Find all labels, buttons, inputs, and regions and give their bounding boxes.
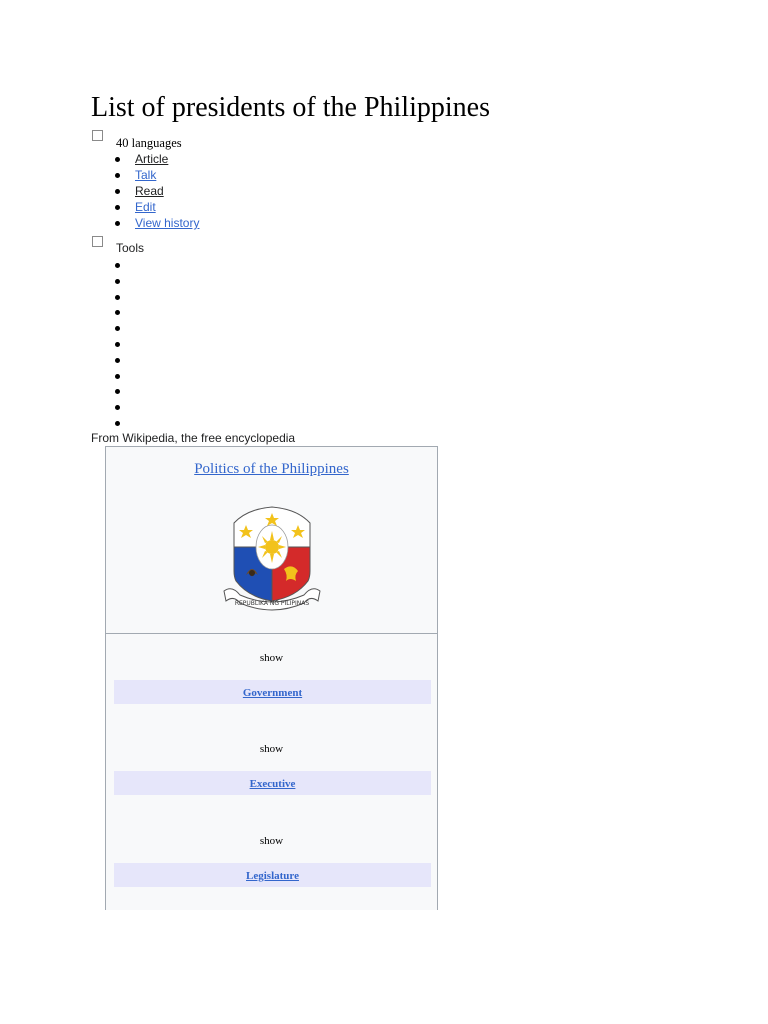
- tools-list-item[interactable]: [112, 320, 135, 336]
- show-toggle-legislature[interactable]: show: [106, 834, 437, 848]
- bullet-icon: [115, 263, 120, 268]
- tab-view-history[interactable]: View history: [112, 215, 199, 231]
- languages-checkbox[interactable]: [92, 130, 103, 141]
- tools-list-item[interactable]: [112, 304, 135, 320]
- tools-list-item[interactable]: [112, 289, 135, 305]
- bullet-icon: [115, 373, 120, 379]
- section-government: Government: [114, 680, 431, 704]
- page-title: List of presidents of the Philippines: [91, 92, 490, 123]
- bullet-icon: [115, 278, 120, 284]
- bullet-icon: [115, 173, 120, 178]
- section-legislature: Legislature: [114, 863, 431, 887]
- bullet-icon: [115, 157, 120, 162]
- tools-list-item[interactable]: [112, 273, 135, 289]
- politics-sidebar: Politics of the Philippines REPUBLIKA NG…: [105, 446, 438, 910]
- bullet-icon: [115, 205, 120, 210]
- tab-view-history-link[interactable]: View history: [135, 216, 199, 230]
- bullet-icon: [115, 310, 120, 316]
- bullet-icon: [115, 326, 120, 332]
- site-tagline: From Wikipedia, the free encyclopedia: [91, 431, 296, 445]
- tools-list-item[interactable]: [112, 257, 135, 273]
- sidebar-title-link[interactable]: Politics of the Philippines: [106, 459, 437, 479]
- tab-talk-link[interactable]: Talk: [135, 168, 156, 182]
- tab-article-link[interactable]: Article: [135, 152, 168, 166]
- bullet-icon: [115, 357, 120, 363]
- page-tabs: Article Talk Read Edit View history: [112, 151, 199, 231]
- tab-edit[interactable]: Edit: [112, 199, 199, 215]
- emblem-scroll-text: REPUBLIKA NG PILIPINAS: [235, 600, 310, 607]
- tab-article[interactable]: Article: [112, 151, 199, 167]
- sidebar-divider: [106, 633, 437, 634]
- tab-read-link[interactable]: Read: [135, 184, 164, 198]
- bullet-icon: [115, 389, 120, 395]
- tools-list-item[interactable]: [112, 383, 135, 399]
- tab-edit-link[interactable]: Edit: [135, 200, 156, 214]
- section-executive: Executive: [114, 771, 431, 795]
- tools-list-item[interactable]: [112, 352, 135, 368]
- tools-list-item[interactable]: [112, 399, 135, 415]
- coat-of-arms-philippines-icon: REPUBLIKA NG PILIPINAS: [223, 506, 321, 611]
- tools-label[interactable]: Tools: [116, 240, 144, 256]
- tab-talk[interactable]: Talk: [112, 167, 199, 183]
- section-government-link[interactable]: Government: [243, 687, 302, 699]
- bullet-icon: [115, 221, 120, 226]
- bullet-icon: [115, 405, 120, 411]
- section-legislature-link[interactable]: Legislature: [246, 870, 299, 882]
- bullet-icon: [115, 341, 120, 347]
- languages-label[interactable]: 40 languages: [116, 135, 182, 151]
- bullet-icon: [115, 420, 120, 426]
- tab-read[interactable]: Read: [112, 183, 199, 199]
- tools-list: [112, 257, 135, 431]
- bullet-icon: [115, 294, 120, 300]
- tools-list-item[interactable]: [112, 368, 135, 384]
- tools-list-item[interactable]: [112, 415, 135, 431]
- tools-checkbox[interactable]: [92, 236, 103, 247]
- bullet-icon: [115, 189, 120, 194]
- show-toggle-executive[interactable]: show: [106, 742, 437, 756]
- section-executive-link[interactable]: Executive: [250, 778, 296, 790]
- show-toggle-government[interactable]: show: [106, 651, 437, 665]
- tools-list-item[interactable]: [112, 336, 135, 352]
